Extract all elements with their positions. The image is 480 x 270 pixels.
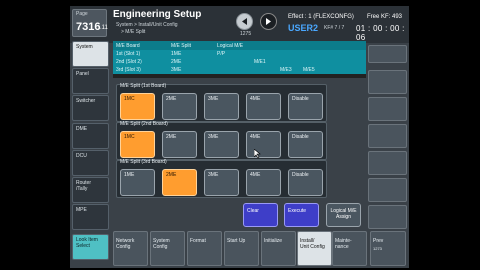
me-split-panel-1st: M/E Split (1st Board) 1MC 2ME 3ME 4ME Di… bbox=[116, 83, 327, 122]
side-button[interactable] bbox=[368, 97, 407, 121]
side-button[interactable] bbox=[368, 178, 407, 202]
split-option-3me[interactable]: 3ME bbox=[204, 93, 239, 120]
side-button[interactable] bbox=[368, 45, 407, 63]
tab-format[interactable]: Format bbox=[187, 231, 222, 266]
split-option-2me[interactable]: 2ME bbox=[162, 93, 197, 120]
split-option-1mc[interactable]: 1MC bbox=[120, 131, 155, 158]
split-option-4me[interactable]: 4ME bbox=[246, 131, 281, 158]
side-button[interactable] bbox=[368, 70, 407, 94]
nav-switcher[interactable]: Switcher bbox=[72, 95, 109, 121]
split-option-4me[interactable]: 4ME bbox=[246, 169, 281, 196]
side-button[interactable] bbox=[368, 151, 407, 175]
mouse-cursor-icon bbox=[254, 149, 261, 158]
nav-label: Panel bbox=[76, 71, 89, 77]
nav-label: DCU bbox=[76, 153, 87, 159]
me-split-panel-3rd: M/E Split (3rd Board) 1ME 2ME 3ME 4ME Di… bbox=[116, 159, 327, 198]
free-kf-label: Free KF: 493 bbox=[367, 14, 403, 20]
arrow-right-icon bbox=[266, 18, 271, 25]
side-button[interactable] bbox=[368, 205, 407, 229]
timecode: 01 : 00 : 00 : 06 bbox=[356, 24, 405, 42]
tab-system-config[interactable]: System Config bbox=[150, 231, 185, 266]
tab-initialize[interactable]: Initialize bbox=[261, 231, 296, 266]
table-cell: 3rd (Slot 3) bbox=[116, 67, 141, 73]
split-option-2me[interactable]: 2ME bbox=[162, 169, 197, 196]
table-divider bbox=[113, 74, 366, 78]
prev-page-number: 1273 bbox=[373, 246, 382, 251]
tab-network-config[interactable]: Network Config bbox=[113, 231, 148, 266]
nav-panel[interactable]: Panel bbox=[72, 68, 109, 94]
nav-label: MPE bbox=[76, 207, 87, 213]
split-option-disable[interactable]: Disable bbox=[288, 131, 323, 158]
nav-dme[interactable]: DME bbox=[72, 123, 109, 149]
look-item-select-button[interactable]: Look Item Select bbox=[72, 234, 109, 260]
execute-button[interactable]: Execute bbox=[284, 203, 319, 227]
split-option-1me[interactable]: 1ME bbox=[120, 169, 155, 196]
side-button[interactable] bbox=[368, 124, 407, 148]
split-option-2me[interactable]: 2ME bbox=[162, 131, 197, 158]
nav-label: System bbox=[76, 44, 93, 50]
page-count: 1275 bbox=[240, 31, 252, 37]
prev-button[interactable]: Prev 1273 bbox=[370, 231, 406, 266]
table-cell: 3ME bbox=[171, 67, 182, 73]
page-title: Engineering Setup bbox=[113, 9, 202, 20]
arrow-left-icon bbox=[242, 18, 247, 25]
tab-install-unit-config[interactable]: Install/ Unit Config bbox=[297, 231, 332, 266]
logical-me-assign-button[interactable]: Logical M/E Assign bbox=[326, 203, 361, 227]
panel-title: M/E Split (1st Board) bbox=[120, 83, 167, 89]
effect-label: Effect : 1 (FLEXCONFG) bbox=[288, 14, 354, 20]
table-cell: M/E3 bbox=[280, 67, 292, 73]
page-number: 7316 bbox=[76, 21, 101, 33]
nav-router-tally[interactable]: Router /Tally bbox=[72, 177, 109, 203]
nav-label: Switcher bbox=[76, 98, 96, 104]
nav-dcu[interactable]: DCU bbox=[72, 150, 109, 176]
split-option-3me[interactable]: 3ME bbox=[204, 131, 239, 158]
breadcrumb-current: > M/E Split bbox=[121, 29, 146, 35]
split-option-3me[interactable]: 3ME bbox=[204, 169, 239, 196]
nav-label: Router /Tally bbox=[76, 180, 92, 192]
nav-system[interactable]: System bbox=[72, 41, 109, 67]
tab-maintenance[interactable]: Mainte- nance bbox=[332, 231, 367, 266]
nav-label: Look Item Select bbox=[76, 237, 98, 249]
tab-start-up[interactable]: Start Up bbox=[224, 231, 259, 266]
panel-title: M/E Split (2nd Board) bbox=[120, 121, 168, 127]
table-row: 3rd (Slot 3) 3ME M/E3 M/E5 bbox=[113, 65, 366, 74]
header-bar: Page 7316 .11 Engineering Setup System >… bbox=[70, 6, 409, 43]
user-label[interactable]: USER2 bbox=[288, 23, 318, 33]
page-label: Page bbox=[76, 11, 88, 17]
split-option-1mc[interactable]: 1MC bbox=[120, 93, 155, 120]
me-split-panel-2nd: M/E Split (2nd Board) 1MC 2ME 3ME 4ME Di… bbox=[116, 121, 327, 160]
split-option-4me[interactable]: 4ME bbox=[246, 93, 281, 120]
breadcrumb: System > Install/Unit Config bbox=[116, 22, 178, 28]
page-sub-number: .11 bbox=[100, 25, 108, 31]
nav-label: DME bbox=[76, 126, 88, 132]
engineering-setup-screen: Page 7316 .11 Engineering Setup System >… bbox=[70, 6, 409, 268]
me-split-info-table: M/E Board M/E Split Logical M/E 1st (Slo… bbox=[113, 41, 366, 78]
split-option-disable[interactable]: Disable bbox=[288, 93, 323, 120]
panel-title: M/E Split (3rd Board) bbox=[120, 159, 167, 165]
prev-label: Prev bbox=[373, 238, 384, 244]
split-option-disable[interactable]: Disable bbox=[288, 169, 323, 196]
page-number-box[interactable]: Page 7316 .11 bbox=[72, 9, 108, 37]
clear-button[interactable]: Clear bbox=[243, 203, 278, 227]
previous-page-button[interactable] bbox=[236, 13, 253, 30]
table-cell: M/E5 bbox=[303, 67, 315, 73]
keyframe-label: KF# 7 / 7 bbox=[324, 25, 345, 31]
nav-mpe[interactable]: MPE bbox=[72, 204, 109, 230]
next-page-button[interactable] bbox=[260, 13, 277, 30]
